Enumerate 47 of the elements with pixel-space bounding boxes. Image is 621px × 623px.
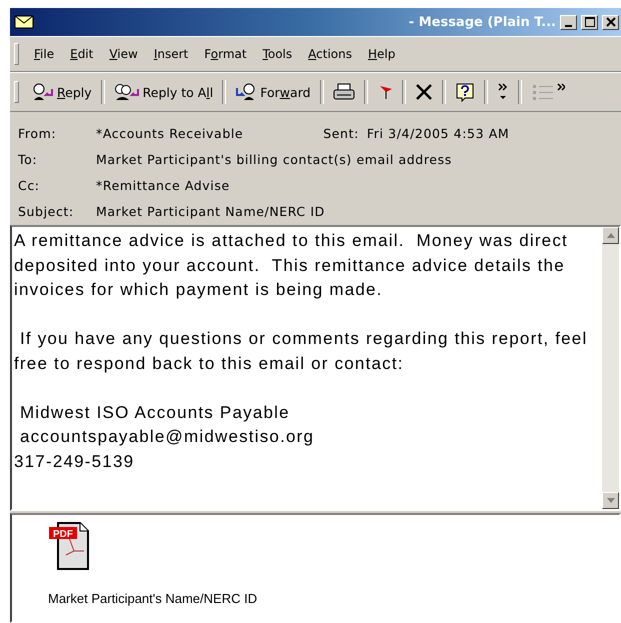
menu-item[interactable]: Format bbox=[197, 39, 254, 69]
scroll-down-button[interactable] bbox=[602, 492, 619, 509]
reply-all-button[interactable]: Reply to All bbox=[108, 76, 218, 108]
field-label: Sent: bbox=[323, 126, 359, 141]
down-triangle-icon bbox=[606, 498, 614, 503]
close-button[interactable] bbox=[602, 14, 619, 30]
field-label: To: bbox=[18, 152, 38, 167]
arrow-person-icon bbox=[235, 83, 258, 101]
person-arrow-icon bbox=[32, 83, 54, 101]
reply-button[interactable]: Reply bbox=[27, 76, 97, 108]
minimize-button[interactable] bbox=[560, 14, 577, 30]
envelope-icon bbox=[14, 14, 34, 30]
menu-item[interactable]: View bbox=[102, 39, 145, 69]
menu-item[interactable]: Edit bbox=[63, 39, 100, 69]
printer-icon[interactable] bbox=[332, 83, 355, 101]
message-body[interactable] bbox=[10, 225, 621, 511]
minimize-icon bbox=[565, 24, 572, 26]
sent-date: Fri 3/4/2005 4:53 AM bbox=[366, 126, 510, 141]
cc-value: *Remittance Advise bbox=[96, 178, 231, 193]
field-label: From: bbox=[18, 126, 58, 141]
scrollbar[interactable] bbox=[602, 227, 619, 509]
menu-item[interactable]: Insert bbox=[146, 39, 196, 69]
maximize-button[interactable] bbox=[581, 14, 598, 30]
subject-value: Market Participant Name/NERC ID bbox=[96, 204, 326, 219]
menu-item[interactable]: Actions bbox=[301, 39, 359, 69]
people-arrow-icon bbox=[114, 83, 140, 101]
body-paragraph: A remittance advice is attached to this email. Money was direct deposited into your account. This remittance advice details the invoices for which payment is being made. bbox=[14, 230, 569, 301]
up-triangle-icon bbox=[606, 233, 614, 238]
chevron-icon[interactable] bbox=[496, 82, 509, 102]
menu-item[interactable]: File bbox=[27, 39, 62, 69]
bullet-list-icon[interactable] bbox=[530, 82, 565, 102]
sender-value: *Accounts Receivable bbox=[96, 126, 244, 141]
menu-item[interactable]: Help bbox=[361, 39, 402, 69]
scroll-up-button[interactable] bbox=[602, 227, 619, 244]
delete-icon[interactable] bbox=[414, 83, 433, 101]
field-label: Cc: bbox=[18, 178, 41, 193]
attachment-name[interactable]: Market Participant's Name/NERC ID bbox=[48, 591, 619, 606]
menu-item[interactable]: Tools bbox=[256, 39, 300, 69]
close-icon bbox=[606, 17, 616, 27]
recipient-value: Market Participant's billing contact(s) email address bbox=[96, 152, 453, 167]
maximize-icon bbox=[584, 17, 594, 27]
body-paragraph: If you have any questions or comments regarding this report, feel free to respond back to this email or contact: bbox=[14, 328, 588, 374]
help-icon[interactable] bbox=[454, 82, 475, 102]
body-paragraph: Midwest ISO Accounts Payable accountspayable@midwestiso.org 317-249-5139 bbox=[14, 402, 316, 472]
window-title: - Message (Plain T... bbox=[408, 14, 556, 30]
field-label: Subject: bbox=[18, 204, 75, 219]
forward-button[interactable]: Forward bbox=[230, 76, 316, 108]
